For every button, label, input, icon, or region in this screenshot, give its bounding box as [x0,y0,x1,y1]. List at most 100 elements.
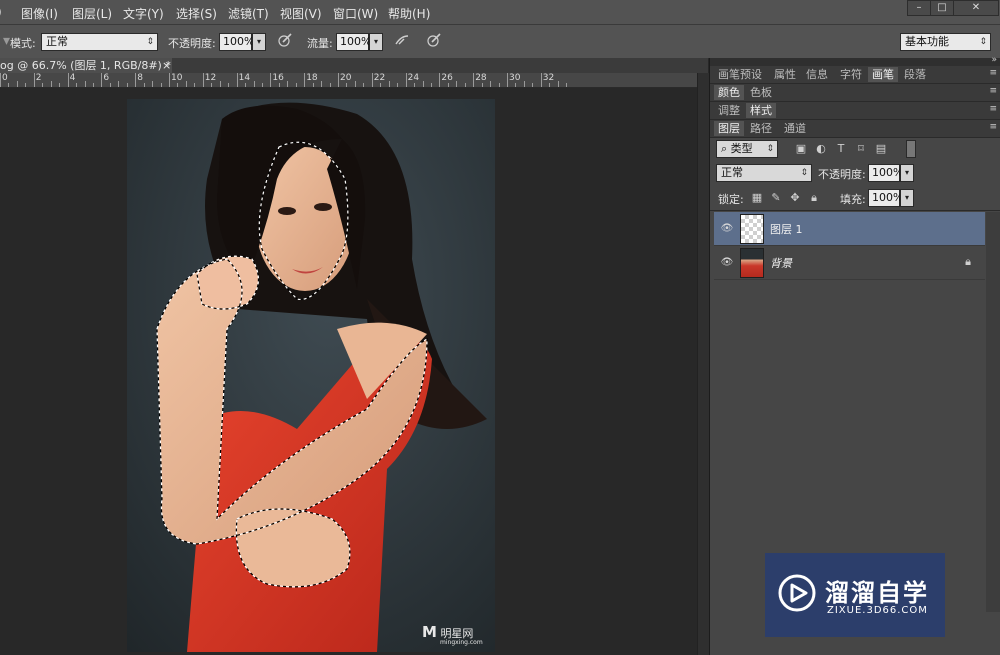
menu-select[interactable]: 选择(S) [176,5,217,22]
vertical-scrollbar[interactable] [697,73,709,655]
lock-paint-icon[interactable]: ✎ [769,191,783,205]
ruler-tick [507,73,508,87]
ruler-tick [25,83,27,87]
panel-menu-icon[interactable]: ≡ [989,122,997,132]
pressure-size-icon[interactable] [425,32,443,50]
blend-mode-dropdown[interactable]: 正常 ⇕ [716,164,812,182]
dropdown-arrow-icon: ⇕ [146,37,154,47]
panel-menu-icon[interactable]: ≡ [989,104,997,114]
layer-row-selected[interactable]: 👁︎ 图层 1 [714,212,985,246]
ruler-tick [566,83,568,87]
ruler-label: 0 [2,73,8,83]
tab-styles[interactable]: 样式 [746,103,776,118]
ruler-tick [253,81,255,87]
menu-help[interactable]: 帮助(H) [388,5,430,22]
visibility-eye-icon[interactable]: 👁︎ [720,222,734,236]
collapse-dock-icon[interactable]: » [991,55,997,65]
ruler-tick [557,81,559,87]
options-grip-icon: ▾ [3,33,11,49]
document-image[interactable]: M 明星网 mingxing.com [127,99,495,652]
ruler-tick [430,83,432,87]
menu-image[interactable]: 图像(I) [21,5,58,22]
tab-paragraph[interactable]: 段落 [900,67,930,82]
panel-group-adjustments: 调整 样式 ≡ [710,102,1000,120]
mode-label: 模式: [10,37,36,50]
ruler-tick [329,83,331,87]
ruler-tick [532,83,534,87]
mode-value: 正常 [46,35,68,48]
ruler-label: 24 [407,73,420,83]
layer-thumbnail-photo [740,248,764,278]
layer-row-background[interactable]: 👁︎ 背景 🔒︎ [714,246,985,280]
tab-paths[interactable]: 路径 [746,121,776,136]
layer-opacity-dropdown-icon[interactable]: ▾ [900,164,914,182]
fill-field[interactable]: 100% [868,189,903,207]
panel-menu-icon[interactable]: ≡ [989,68,997,78]
filter-adjustment-icon[interactable]: ◐ [814,142,828,156]
layer-name[interactable]: 背景 [770,255,792,271]
lock-label: 锁定: [718,193,744,206]
ruler-tick [236,73,238,87]
tab-brush-presets[interactable]: 画笔预设 [714,67,766,82]
tab-layers[interactable]: 图层 [714,121,744,136]
tab-adjustments[interactable]: 调整 [714,103,744,118]
lock-all-icon[interactable]: 🔒︎ [807,191,821,205]
tab-character[interactable]: 字符 [836,67,866,82]
lock-position-icon[interactable]: ✥ [788,191,802,205]
menu-type[interactable]: 文字(Y) [123,5,164,22]
ruler-tick [135,73,137,87]
menu-window[interactable]: 窗口(W) [333,5,378,22]
close-tab-icon[interactable]: × [162,58,171,73]
ruler-tick [211,83,213,87]
filter-pixel-icon[interactable]: ▣ [794,142,808,156]
workspace-dropdown[interactable]: 基本功能 ⇕ [900,33,991,51]
ruler-tick [160,83,162,87]
panel-menu-icon[interactable]: ≡ [989,86,997,96]
photo-illustration [127,99,495,652]
ruler-tick [261,83,263,87]
ruler-label: 12 [204,73,217,83]
filter-type-icon[interactable]: T [834,142,848,156]
opacity-dropdown-icon[interactable]: ▾ [252,33,266,51]
workspace-value: 基本功能 [905,35,949,48]
layer-filter-value: 类型 [730,142,753,155]
tab-properties[interactable]: 属性 [770,67,800,82]
flow-field[interactable]: 100% [336,33,371,51]
lock-transparent-icon[interactable]: ▦ [750,191,764,205]
tab-swatches[interactable]: 色板 [746,85,776,100]
layers-scrollbar[interactable] [986,212,1000,612]
document-tab[interactable]: og @ 66.7% (图层 1, RGB/8#) * × [0,58,173,73]
filter-shape-icon[interactable]: ⌑ [854,142,868,156]
ruler-label: 10 [171,73,183,83]
minimize-button[interactable]: – [907,0,931,16]
layer-opacity-field[interactable]: 100% [868,164,903,182]
close-window-button[interactable]: ✕ [953,0,999,16]
menu-item-partial[interactable]: ) [0,5,2,19]
layer-filter-dropdown[interactable]: ⌕ 类型 ⇕ [716,140,778,158]
tab-channels[interactable]: 通道 [780,121,810,136]
layer-name[interactable]: 图层 1 [770,221,803,237]
ruler-label: 2 [35,73,42,83]
menu-view[interactable]: 视图(V) [280,5,322,22]
tab-info[interactable]: 信息 [802,67,832,82]
visibility-eye-icon[interactable]: 👁︎ [720,256,734,270]
tab-brush[interactable]: 画笔 [868,67,898,82]
ruler-tick [76,83,78,87]
menu-filter[interactable]: 滤镜(T) [228,5,269,22]
filter-toggle[interactable] [906,140,916,158]
menu-layer[interactable]: 图层(L) [72,5,112,22]
panel-group-brush: 画笔预设 属性 信息 字符 画笔 段落 ≡ [710,66,1000,84]
ruler-tick [0,73,1,87]
opacity-field[interactable]: 100% [219,33,254,51]
filter-smartobject-icon[interactable]: ▤ [874,142,888,156]
fill-dropdown-icon[interactable]: ▾ [900,189,914,207]
flow-dropdown-icon[interactable]: ▾ [369,33,383,51]
tab-color[interactable]: 颜色 [714,85,744,100]
pressure-opacity-icon[interactable] [276,32,294,50]
ruler-tick [118,81,120,87]
airbrush-icon[interactable] [393,32,411,50]
ruler-tick [346,83,348,87]
mode-dropdown[interactable]: 正常 ⇕ [41,33,158,51]
maximize-button[interactable]: □ [930,0,954,16]
ruler-tick [202,73,204,87]
